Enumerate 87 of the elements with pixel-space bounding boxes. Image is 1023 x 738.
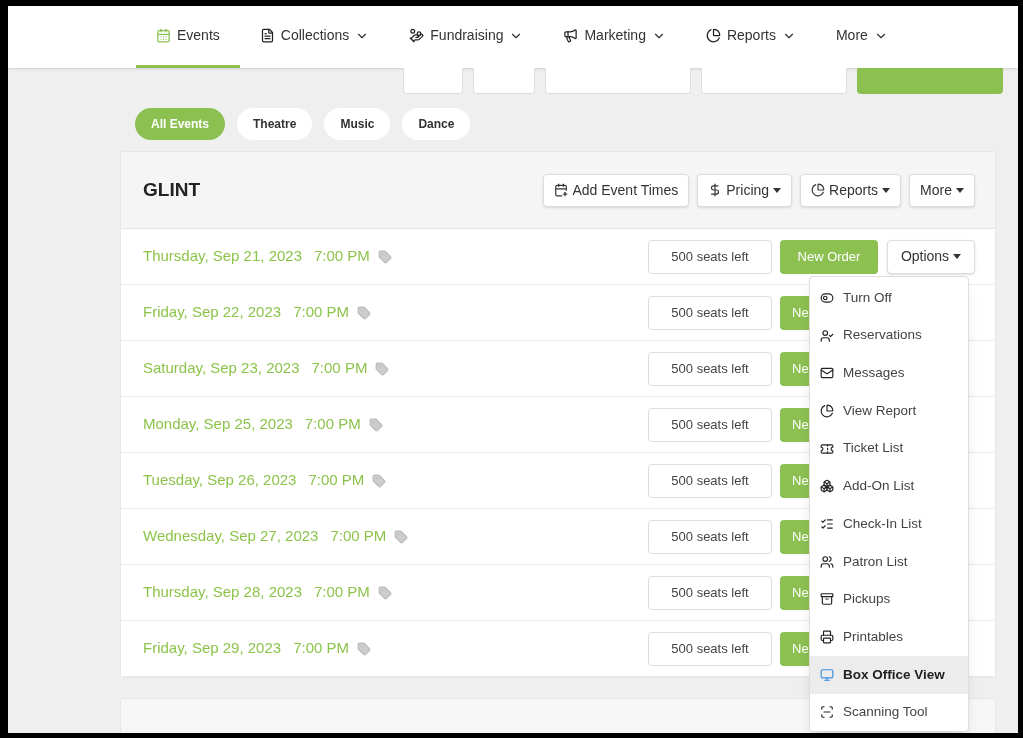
action-button[interactable]: Pricing: [697, 173, 793, 207]
event-time: 7:00 PM: [293, 302, 350, 323]
menu-item[interactable]: Reservations: [810, 316, 968, 355]
calendar-icon: [156, 28, 171, 43]
menu-item[interactable]: Patron List: [810, 542, 968, 581]
nav-tab[interactable]: Collections: [239, 6, 390, 68]
event-time: 7:00 PM: [311, 358, 368, 379]
toolbar-button[interactable]: [545, 68, 691, 94]
event-date: Thursday, Sep 28, 2023: [143, 582, 302, 603]
event-time: 7:00 PM: [330, 526, 387, 547]
seats-left-badge: 500 seats left: [648, 407, 772, 442]
event-time: 7:00 PM: [314, 246, 370, 267]
seats-left-badge: 500 seats left: [648, 631, 772, 666]
action-button[interactable]: Add Event Times: [543, 173, 690, 207]
tag-icon: [377, 249, 392, 264]
nav-tab[interactable]: Reports: [685, 6, 816, 68]
tag-icon: [368, 417, 383, 432]
options-button[interactable]: Options: [887, 239, 975, 274]
toggle-icon: [820, 290, 834, 305]
event-date: Thursday, Sep 21, 2023: [143, 246, 302, 267]
seats-left-badge: 500 seats left: [648, 463, 772, 498]
document-icon: [259, 28, 275, 43]
action-button[interactable]: Reports: [800, 173, 902, 207]
checklist-icon: [820, 516, 834, 531]
tag-icon: [357, 641, 372, 656]
ticket-icon: [820, 441, 834, 456]
caret-icon: [953, 254, 962, 259]
menu-item[interactable]: Check-In List: [810, 505, 968, 543]
pie-chart-icon: [811, 183, 826, 197]
monitor-icon: [820, 667, 834, 682]
event-time: 7:00 PM: [314, 582, 370, 603]
pie-chart-icon: [705, 28, 721, 43]
menu-item[interactable]: Messages: [810, 354, 968, 393]
tag-icon: [375, 361, 390, 376]
menu-item[interactable]: Pickups: [810, 580, 968, 619]
pie-chart-icon: [820, 403, 834, 418]
menu-item[interactable]: Ticket List: [810, 429, 968, 468]
printer-icon: [820, 630, 834, 645]
megaphone-icon: [563, 28, 579, 43]
archive-icon: [820, 592, 834, 607]
nav-tab[interactable]: Fundraising: [389, 6, 544, 68]
nav-tab[interactable]: Marketing: [543, 6, 686, 68]
menu-item[interactable]: Turn Off: [810, 279, 968, 317]
event-time: 7:00 PM: [293, 638, 350, 659]
seats-left-badge: 500 seats left: [648, 351, 772, 386]
boxes-icon: [820, 479, 834, 494]
tag-icon: [377, 585, 392, 600]
event-date: Friday, Sep 22, 2023: [143, 302, 282, 323]
event-title: GLINT: [143, 177, 200, 202]
filter-chip[interactable]: Dance: [402, 108, 471, 140]
scan-icon: [820, 705, 834, 720]
nav-tab[interactable]: More: [815, 6, 908, 68]
event-date: Tuesday, Sep 26, 2023: [143, 470, 297, 491]
event-time: 7:00 PM: [304, 414, 361, 435]
seats-left-badge: 500 seats left: [648, 295, 772, 330]
menu-item[interactable]: Printables: [810, 618, 968, 656]
tag-icon: [357, 305, 372, 320]
event-date: Monday, Sep 25, 2023: [143, 414, 293, 435]
menu-item[interactable]: Scanning Tool: [810, 693, 968, 732]
hand-coin-icon: [409, 28, 425, 43]
seats-left-badge: 500 seats left: [648, 519, 772, 554]
filter-chip[interactable]: Theatre: [237, 108, 313, 140]
menu-item[interactable]: Box Office View: [810, 655, 968, 694]
users-icon: [820, 554, 834, 569]
toolbar-button[interactable]: [473, 68, 535, 94]
calendar-plus-icon: [554, 183, 569, 197]
add-event-button[interactable]: [857, 68, 1003, 94]
mail-icon: [820, 366, 834, 381]
action-button[interactable]: More: [909, 173, 975, 207]
seats-left-badge: 500 seats left: [648, 239, 772, 274]
tag-icon: [394, 529, 409, 544]
tag-icon: [372, 473, 387, 488]
menu-item[interactable]: View Report: [810, 392, 968, 430]
nav-tab[interactable]: Events: [136, 6, 240, 68]
event-date: Friday, Sep 29, 2023: [143, 638, 282, 659]
seats-left-badge: 500 seats left: [648, 575, 772, 610]
caret-icon: [773, 187, 782, 193]
event-date: Saturday, Sep 23, 2023: [143, 358, 300, 379]
menu-item[interactable]: Add-On List: [810, 467, 968, 506]
toolbar-button[interactable]: [403, 68, 463, 94]
event-date: Wednesday, Sep 27, 2023: [143, 526, 319, 547]
caret-icon: [956, 187, 964, 193]
toolbar-button[interactable]: [701, 68, 847, 94]
caret-icon: [882, 187, 891, 193]
user-check-icon: [820, 328, 834, 343]
filter-chip[interactable]: Music: [324, 108, 391, 140]
event-time: 7:00 PM: [308, 470, 365, 491]
